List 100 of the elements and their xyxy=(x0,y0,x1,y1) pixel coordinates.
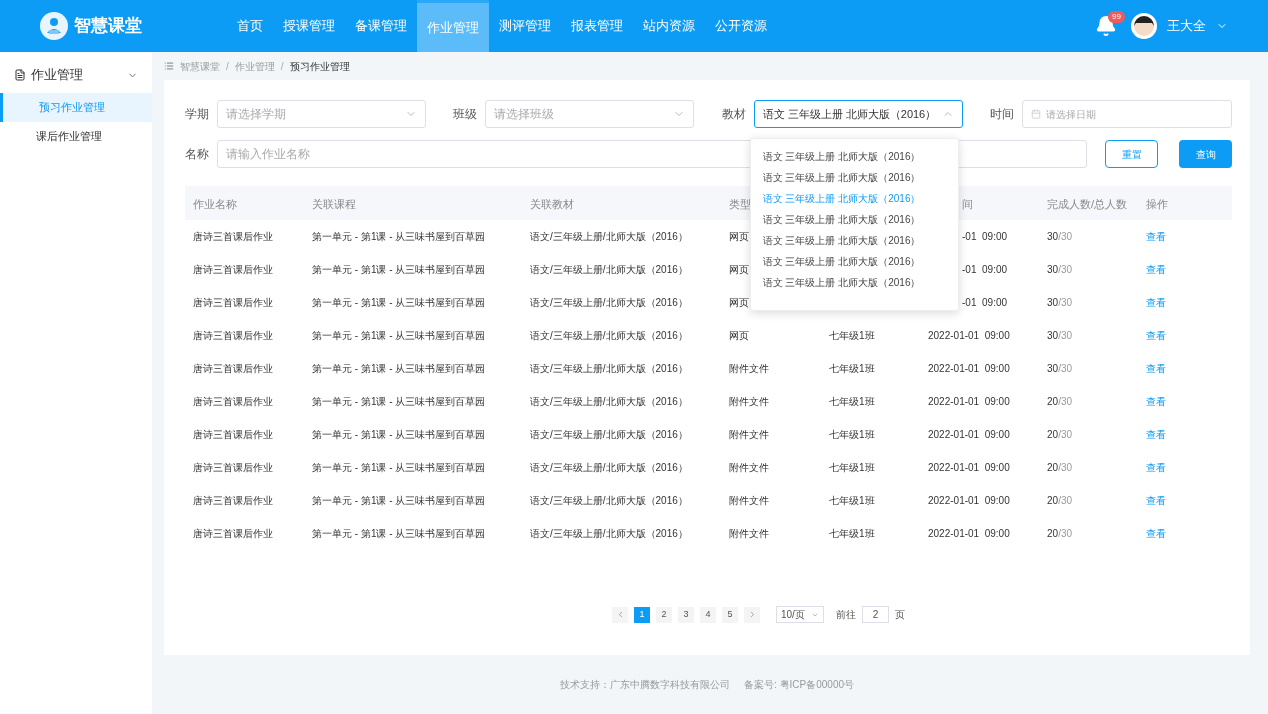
dropdown-option[interactable]: 语文 三年级上册 北师大版（2016） xyxy=(750,230,958,251)
reset-button[interactable]: 重置 xyxy=(1105,140,1158,168)
previous-page-button[interactable] xyxy=(612,606,628,623)
table-cell: 2022-01-01 09:00 xyxy=(928,363,1010,374)
breadcrumb-item[interactable]: 预习作业管理 xyxy=(289,58,350,74)
table-cell: 语文/三年级上册/北师大版（2016） xyxy=(530,231,688,242)
avatar[interactable] xyxy=(1131,13,1157,39)
view-link[interactable]: 查看 xyxy=(1146,396,1166,407)
breadcrumb-item[interactable]: 智慧课堂 xyxy=(180,58,220,74)
table-cell: 语文/三年级上册/北师大版（2016） xyxy=(530,264,688,275)
page-button[interactable]: 5 xyxy=(722,606,738,623)
view-link[interactable]: 查看 xyxy=(1146,429,1166,440)
nav-tab[interactable]: 站内资源 xyxy=(633,0,705,52)
column-header: 操作 xyxy=(1146,198,1168,210)
notification-badge: 99 xyxy=(1108,11,1125,23)
table-cell: 20/30 xyxy=(1047,429,1073,440)
table-cell: 20/30 xyxy=(1047,495,1073,506)
table-cell: 第一单元 - 第1课 - 从三味书屋到百草园 xyxy=(312,264,486,275)
table-cell: 20/30 xyxy=(1047,396,1073,407)
table-cell: 唐诗三首课后作业 xyxy=(193,528,273,539)
table-cell: 唐诗三首课后作业 xyxy=(193,429,273,440)
footer-support: 技术支持：广东中腾数字科技有限公司 xyxy=(559,678,730,692)
field-label: 班级 xyxy=(453,106,478,123)
table-cell: 附件文件 xyxy=(729,396,769,407)
view-link[interactable]: 查看 xyxy=(1146,297,1166,308)
sidebar-item[interactable]: 预习作业管理 xyxy=(0,93,152,122)
user-name[interactable]: 王大全 xyxy=(1167,16,1206,36)
table-cell: 2022-01-01 09:00 xyxy=(928,330,1010,341)
table-cell: 第一单元 - 第1课 - 从三味书屋到百草园 xyxy=(312,462,486,473)
table-cell: 语文/三年级上册/北师大版（2016） xyxy=(530,495,688,506)
table-cell: 2022-01-01 09:00 xyxy=(928,429,1010,440)
field-label: 名称 xyxy=(185,146,209,163)
table-cell: 七年级1班 xyxy=(829,363,875,374)
table-cell: 附件文件 xyxy=(729,429,769,440)
dropdown-option[interactable]: 语文 三年级上册 北师大版（2016） xyxy=(750,209,958,230)
table-cell: -01 09:00 xyxy=(962,264,1008,275)
view-link[interactable]: 查看 xyxy=(1146,363,1166,374)
column-header: 完成人数/总人数 xyxy=(1047,198,1128,210)
field-label: 时间 xyxy=(990,106,1014,123)
nav-tab[interactable]: 报表管理 xyxy=(561,0,633,52)
table-cell: 七年级1班 xyxy=(829,462,875,473)
column-header: 关联课程 xyxy=(312,198,356,210)
table-cell: 2022-01-01 09:00 xyxy=(928,462,1010,473)
breadcrumb-item[interactable]: 作业管理 xyxy=(234,58,275,74)
nav-tab[interactable]: 备课管理 xyxy=(345,0,417,52)
view-link[interactable]: 查看 xyxy=(1146,330,1166,341)
nav-tab[interactable]: 公开资源 xyxy=(705,0,777,52)
page-size-select[interactable]: 10/页 xyxy=(776,606,824,623)
page-button[interactable]: 2 xyxy=(656,606,672,623)
dropdown-option[interactable]: 语文 三年级上册 北师大版（2016） xyxy=(750,146,958,167)
table-cell: 七年级1班 xyxy=(829,429,875,440)
table-cell: 2022-01-01 09:00 xyxy=(928,495,1010,506)
column-header: 类型 xyxy=(729,198,751,210)
table-cell: 七年级1班 xyxy=(829,330,875,341)
view-link[interactable]: 查看 xyxy=(1146,462,1166,473)
nav-tab[interactable]: 首页 xyxy=(227,0,273,52)
table-cell: 语文/三年级上册/北师大版（2016） xyxy=(530,297,688,308)
table-cell: 附件文件 xyxy=(729,363,769,374)
dropdown-option[interactable]: 语文 三年级上册 北师大版（2016） xyxy=(750,272,958,293)
table-cell: 语文/三年级上册/北师大版（2016） xyxy=(530,528,688,539)
column-header: 间 xyxy=(962,198,973,210)
list-icon xyxy=(164,61,174,71)
sidebar-item[interactable]: 课后作业管理 xyxy=(0,122,152,151)
table-cell: 附件文件 xyxy=(729,462,769,473)
nav-tab[interactable]: 授课管理 xyxy=(273,0,345,52)
page-button[interactable]: 4 xyxy=(700,606,716,623)
view-link[interactable]: 查看 xyxy=(1146,528,1166,539)
dropdown-option[interactable]: 语文 三年级上册 北师大版（2016） xyxy=(750,188,958,209)
table-cell: 第一单元 - 第1课 - 从三味书屋到百草园 xyxy=(312,528,486,539)
table-cell: 语文/三年级上册/北师大版（2016） xyxy=(530,462,688,473)
page-button[interactable]: 3 xyxy=(678,606,694,623)
breadcrumb-separator: / xyxy=(226,59,229,74)
page-button[interactable]: 1 xyxy=(634,606,650,623)
footer-icp: 备案号: 粤ICP备00000号 xyxy=(743,678,854,692)
nav-tab[interactable]: 测评管理 xyxy=(489,0,561,52)
app-title: 智慧课堂 xyxy=(74,15,142,38)
textbook-select[interactable]: 语文 三年级上册 北师大版（2016） xyxy=(753,100,963,128)
table-cell: 第一单元 - 第1课 - 从三味书屋到百草园 xyxy=(312,429,486,440)
logo-icon xyxy=(40,12,68,40)
table-cell: 20/30 xyxy=(1047,528,1073,539)
table-cell: 唐诗三首课后作业 xyxy=(193,462,273,473)
calendar-icon xyxy=(1031,109,1041,119)
nav-tab[interactable]: 作业管理 xyxy=(417,0,489,52)
table-cell: 30/30 xyxy=(1047,297,1073,308)
class-select[interactable]: 请选择班级 xyxy=(485,100,695,128)
search-button[interactable]: 查询 xyxy=(1179,140,1232,168)
term-select[interactable]: 请选择学期 xyxy=(217,100,426,128)
view-link[interactable]: 查看 xyxy=(1146,495,1166,506)
table-cell: 30/30 xyxy=(1047,231,1073,242)
view-link[interactable]: 查看 xyxy=(1146,264,1166,275)
dropdown-option[interactable]: 语文 三年级上册 北师大版（2016） xyxy=(750,167,958,188)
next-page-button[interactable] xyxy=(744,606,760,623)
table-cell: 附件文件 xyxy=(729,528,769,539)
sidebar-group[interactable]: 作业管理 xyxy=(0,60,152,90)
view-link[interactable]: 查看 xyxy=(1146,231,1166,242)
goto-page-field[interactable]: 2 xyxy=(862,606,889,623)
table-cell: 附件文件 xyxy=(729,495,769,506)
table-cell: 30/30 xyxy=(1047,330,1073,341)
date-field[interactable]: 请选择日期 xyxy=(1022,100,1232,128)
dropdown-option[interactable]: 语文 三年级上册 北师大版（2016） xyxy=(750,251,958,272)
